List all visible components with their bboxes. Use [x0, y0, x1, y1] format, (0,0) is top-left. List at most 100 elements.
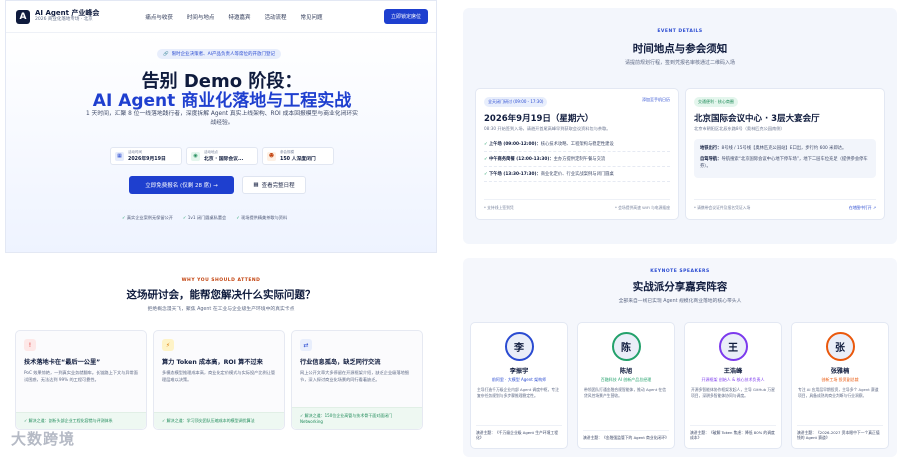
transport-text: 8号线 / 15号线【奥林匹克公园站】E口出，步行约 600 米即达。 [721, 146, 847, 151]
time-card: 全天闭门研讨 (09:00 - 17:30) 添加至手机日历 2026年9月19… [475, 88, 679, 220]
transport-text: 导航搜索“北京国际会议中心地下停车场”，地下二层车位充足（提供参会停车券）。 [700, 156, 868, 169]
schedule-row: 中午商务简餐 (12:00-13:30)：主办方提供定制午餐与交流 [484, 152, 670, 167]
section-title: 时间地点与参会须知 [632, 43, 728, 55]
pain-card-title: 算力 Token 成本高，ROI 算不过来 [162, 359, 263, 366]
speaker-topic: 演讲主题：《千万级企业级 Agent 生产环境工程化》 [476, 424, 562, 441]
speaker-card: 王 王浩峰 开源框架 创始人 & 核心技术负责人 开源多智能体协作框架发起人，主… [684, 322, 782, 449]
footer-note-left: * 支持线上签到凭 [484, 205, 514, 210]
register-free-button[interactable]: 立即免费报名 (仅剩 28 席) → [129, 176, 234, 194]
speaker-name: 李振宇 [509, 368, 529, 375]
schedule-row: 上午场 (09:00-12:00)：核心技术攻略、工程架构与稳定性建设 [484, 137, 670, 152]
pain-card-solution: ✓ 解决之道：剖析头部企业工程化容错与评测体系 [16, 412, 146, 429]
event-details-section: EVENT DETAILS 时间地点与参会须知 请提前规划行程，签到凭报名审核通… [463, 8, 897, 244]
section-subtitle: 全部来自一线已实现 Agent 规模化商业落地的核心带头人 [618, 299, 742, 304]
brand-subtitle: 2026 商业化落地专场 · 北京 [35, 16, 93, 22]
speaker-topic: 演讲主题：《金融强监管下的 Agent 商业化闭环》 [583, 430, 669, 441]
speakers-section: KEYNOTE SPEAKERS 实战派分享嘉宾阵容 全部来自一线已实现 Age… [463, 258, 897, 457]
schedule-time: 下午场 (13:30-17:30)： [488, 172, 541, 177]
nav-link-pain-points[interactable]: 痛点与收获 [145, 13, 173, 21]
reserve-seat-button[interactable]: 立即锁定席位 [383, 9, 428, 24]
transport-label: 自驾导航： [700, 156, 722, 162]
pain-card-solution: ✓ 解决之道：150位企业高管与技术骨干面对面闭门 Networking [292, 407, 422, 429]
info-value: 150 人深度闭门 [280, 157, 316, 162]
speaker-desc: 主导打造千万级企业内部 Agent 调度中枢，专注复杂任务规划与多步骤推理稳定性… [477, 387, 559, 399]
hero-cta-row: 立即免费报名 (仅剩 28 席) → ▦ 查看完整日程 [129, 176, 306, 194]
speaker-role: 开源框架 创始人 & 核心技术负责人 [701, 377, 765, 382]
speaker-desc: 开源多智能体协作框架发起人，主导 GitHub 万星项目，深耕多智能体协同与调度… [691, 387, 775, 399]
section-subtitle: 请提前规划行程，签到凭报名审核通过二维码入场 [624, 60, 735, 66]
schedule-text: 商业化定价、行业实战案例与闭门圆桌 [540, 172, 614, 177]
transport-row-subway: 地铁出行：8号线 / 15号线【奥林匹克公园站】E口出，步行约 600 米即达。 [700, 144, 870, 155]
pain-card-last-mile: ! 技术落地卡在“最后一公里” PoC 效果惊艳，一到真实业务就翻车。长链路上下… [15, 330, 147, 430]
top-nav: A AI Agent 产业峰会 2026 商业化落地专场 · 北京 痛点与收获 … [6, 1, 436, 33]
event-info-row: ▦ 活动时间 2026年9月19日 ◉ 活动地点 北京 · 国际会议... ☻ 参会… [110, 147, 334, 165]
speaker-role: 创新工场 投资副总裁 [821, 377, 859, 382]
hero-section: A AI Agent 产业峰会 2026 商业化落地专场 · 北京 痛点与收获 … [5, 0, 437, 253]
announcement-pill: 🔗 限时企业决策者、AI产品负责人等席位的开放门登记 [157, 49, 282, 59]
schedule-text: 主办方提供定制午餐与交流 [553, 157, 606, 162]
speaker-desc: 带领团队打通金融合规智能体，推动 Agent 在信贷风控场景产生营收。 [584, 387, 666, 399]
section-kicker: KEYNOTE SPEAKERS [650, 269, 710, 274]
link-icon: 🔗 [163, 51, 169, 57]
pain-card-desc: 多模态模型推理成本高，商业化定价模式与实际投产比例让管理层难以决策。 [162, 370, 276, 382]
alert-icon: ! [24, 339, 36, 351]
transport-box: 地铁出行：8号线 / 15号线【奥林匹克公园站】E口出，步行约 600 米即达。… [694, 139, 876, 178]
section-title: 这场研讨会，能帮您解决什么实际问题？ [126, 289, 316, 301]
info-scale: ☻ 参会规模 150 人深度闭门 [262, 147, 334, 165]
open-map-link[interactable]: 在地图中打开 ↗ [849, 205, 876, 211]
schedule-text: 核心技术攻略、工程架构与稳定性建设 [540, 142, 614, 147]
speaker-name: 王浩峰 [723, 368, 743, 375]
trust-badges: 真实企业案例无保留公开 1v1 闭门圆桌私董会 现场提供精美茶歇与资料 [122, 215, 287, 221]
transport-row-drive: 自驾导航：导航搜索“北京国际会议中心地下停车场”，地下二层车位充足（提供参会停车… [700, 155, 870, 173]
schedule-time: 上午场 (09:00-12:00)： [488, 142, 541, 147]
venue-name: 北京国际会议中心 · 3层大宴会厅 [694, 114, 820, 124]
view-agenda-button[interactable]: ▦ 查看完整日程 [242, 176, 306, 194]
section-kicker: EVENT DETAILS [657, 29, 703, 34]
info-location: ◉ 活动地点 北京 · 国际会议... [186, 147, 258, 165]
nav-link-faq[interactable]: 常见问题 [300, 13, 322, 21]
schedule-row: 下午场 (13:30-17:30)：商业化定价、行业实战案例与闭门圆桌 [484, 167, 670, 182]
calendar-icon: ▦ [115, 151, 124, 161]
info-date: ▦ 活动时间 2026年9月19日 [110, 147, 182, 165]
location-card: 交通便利 · 核心商圈 北京国际会议中心 · 3层大宴会厅 北京市朝阳区北辰东路… [685, 88, 885, 220]
pain-card-title: 行业信息孤岛，缺乏同行交流 [300, 359, 381, 366]
view-agenda-label: 查看完整日程 [261, 183, 295, 189]
section-kicker: WHY YOU SHOULD ATTEND [181, 278, 261, 283]
pain-point-cards: ! 技术落地卡在“最后一公里” PoC 效果惊艳，一到真实业务就翻车。长链路上下… [15, 330, 423, 430]
watermark: 大数跨境 [11, 430, 76, 448]
time-card-footer: * 支持线上签到凭 * 会场提供高速 WiFi 与电源插座 [484, 199, 670, 211]
info-value: 北京 · 国际会议... [204, 157, 244, 162]
calendar-icon: ▦ [253, 182, 259, 188]
footer-note-right: * 会场提供高速 WiFi 与电源插座 [615, 205, 670, 210]
brand[interactable]: AI Agent 产业峰会 2026 商业化落地专场 · 北京 [35, 9, 99, 23]
pain-card-networking: ⇄ 行业信息孤岛，缺乏同行交流 网上公开文章大多停留在开源框架介绍，缺乏企业级落… [291, 330, 423, 430]
speaker-card: 张 张雅楠 创新工场 投资副总裁 专注 AI 应用层早期投资，主导多个 Agen… [791, 322, 889, 449]
avatar: 王 [718, 332, 748, 361]
nav-link-speakers[interactable]: 特邀嘉宾 [228, 13, 250, 21]
why-attend-section: WHY YOU SHOULD ATTEND 这场研讨会，能帮您解决什么实际问题？… [5, 268, 437, 457]
location-card-footer: * 请携带会议证件及报名凭证入场 在地图中打开 ↗ [694, 199, 876, 211]
speaker-role: 百融科技 AI 创新产品总经理 [600, 377, 652, 382]
pain-card-desc: PoC 效果惊艳，一到真实业务就翻车。长链路上下文与异常面试困惑，无法达到 99… [24, 370, 138, 382]
lightning-icon: ⚡ [162, 339, 174, 351]
add-calendar-link[interactable]: 添加至手机日历 [642, 97, 670, 107]
nav-links: 痛点与收获 时间与地点 特邀嘉宾 活动流程 常见问题 [145, 13, 322, 21]
logo-icon: A [16, 9, 30, 24]
schedule-time: 中午商务简餐 (12:00-13:30)： [488, 157, 554, 162]
shuffle-icon: ⇄ [300, 339, 312, 351]
announcement-text: 限时企业决策者、AI产品负责人等席位的开放门登记 [171, 52, 276, 57]
time-tag: 全天闭门研讨 (09:00 - 17:30) [484, 97, 548, 107]
speaker-name: 张雅楠 [830, 368, 850, 375]
nav-link-time-place[interactable]: 时间与地点 [187, 13, 215, 21]
transport-label: 地铁出行： [700, 146, 722, 151]
schedule-list: 上午场 (09:00-12:00)：核心技术攻略、工程架构与稳定性建设 中午商务… [484, 137, 670, 182]
nav-link-agenda[interactable]: 活动流程 [264, 13, 286, 21]
checkin-note: 08:30 开始签到入场，请避开首尾高峰早到获取会议资料包与茶歇。 [484, 126, 611, 131]
event-date: 2026年9月19日（星期六） [484, 114, 594, 124]
location-card-header: 交通便利 · 核心商圈 [694, 97, 876, 107]
avatar: 张 [825, 332, 855, 361]
location-icon: ◉ [191, 151, 200, 161]
venue-address: 北京市朝阳区北辰东路8号（奥林匹克公园南侧） [694, 126, 785, 131]
speaker-topic: 演讲主题：《2026-2027 资本眼中下一个真正值钱的 Agent 赛道》 [797, 424, 883, 441]
location-tag: 交通便利 · 核心商圈 [694, 97, 738, 107]
